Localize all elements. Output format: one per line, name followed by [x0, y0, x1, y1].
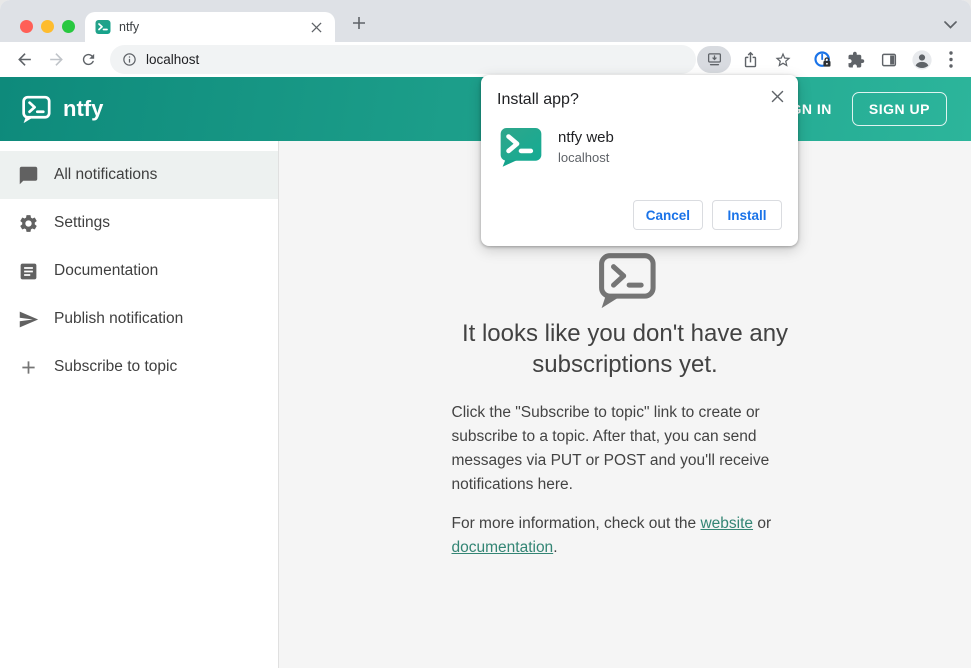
tab-search-chevron-icon[interactable]	[944, 16, 957, 34]
sign-up-button[interactable]: SIGN UP	[851, 92, 947, 126]
profile-avatar[interactable]	[908, 46, 936, 74]
tab-close-icon[interactable]	[307, 18, 325, 36]
address-bar[interactable]: localhost	[110, 45, 696, 74]
tab-title: ntfy	[119, 20, 140, 34]
sidebar-item-label: Documentation	[54, 262, 159, 279]
app-title: ntfy	[63, 96, 104, 121]
ntfy-favicon-icon	[95, 20, 111, 34]
gear-icon	[20, 214, 37, 232]
sidebar-item-label: Publish notification	[54, 310, 184, 327]
dialog-app-origin: localhost	[558, 150, 610, 165]
install-app-icon[interactable]	[697, 46, 731, 73]
chat-icon	[19, 166, 38, 184]
back-icon[interactable]	[10, 46, 38, 74]
ntfy-logo-icon	[22, 95, 51, 123]
empty-state-heading: It looks like you don't have any subscri…	[461, 320, 789, 378]
ntfy-empty-state-icon	[598, 253, 656, 309]
password-manager-extension-icon[interactable]	[809, 46, 837, 74]
browser-window: ntfy localhost ntfy SIGN IN SIGN UP All …	[0, 0, 971, 668]
url-text: localhost	[146, 52, 200, 67]
paragraph-text: .	[553, 539, 558, 556]
install-button[interactable]: Install	[712, 200, 782, 230]
website-link[interactable]: website	[700, 515, 753, 532]
browser-toolbar: localhost	[0, 42, 971, 77]
sidebar-item-settings[interactable]: Settings	[0, 199, 278, 247]
sidebar-item-label: All notifications	[54, 166, 158, 183]
sidebar-item-subscribe-to-topic[interactable]: Subscribe to topic	[0, 343, 278, 391]
browser-menu-icon[interactable]	[941, 46, 961, 74]
dialog-app-info: ntfy web localhost	[558, 127, 614, 165]
zoom-window-button[interactable]	[62, 20, 75, 33]
article-icon	[20, 263, 37, 279]
new-tab-button[interactable]	[346, 10, 372, 36]
tab-strip: ntfy	[0, 0, 971, 42]
send-icon	[19, 311, 39, 327]
sidebar-item-documentation[interactable]: Documentation	[0, 247, 278, 295]
paragraph-text: For more information, check out the	[451, 515, 701, 532]
dialog-app-name: ntfy web	[558, 129, 614, 146]
browser-tab[interactable]: ntfy	[85, 12, 335, 42]
dialog-app-row: ntfy web localhost	[500, 127, 782, 167]
toolbar-right	[697, 46, 961, 74]
forward-icon[interactable]	[42, 46, 70, 74]
cancel-button[interactable]: Cancel	[632, 200, 703, 230]
dialog-buttons: Cancel Install	[632, 200, 782, 230]
sidebar-item-label: Settings	[54, 214, 111, 231]
dialog-title: Install app?	[497, 91, 579, 108]
sidebar-item-all-notifications[interactable]: All notifications	[0, 151, 278, 199]
minimize-window-button[interactable]	[41, 20, 54, 33]
extensions-puzzle-icon[interactable]	[842, 46, 870, 74]
sidebar-item-label: Subscribe to topic	[54, 358, 178, 375]
side-panel-icon[interactable]	[875, 46, 903, 74]
traffic-lights	[20, 20, 75, 33]
close-window-button[interactable]	[20, 20, 33, 33]
plus-icon	[22, 360, 35, 374]
ntfy-brand: ntfy	[20, 95, 103, 124]
install-app-dialog: Install app? ntfy web localhost Cancel I…	[481, 75, 798, 246]
empty-state-links-paragraph: For more information, check out the webs…	[452, 512, 799, 560]
share-icon[interactable]	[736, 46, 764, 74]
documentation-link[interactable]: documentation	[452, 539, 554, 556]
ntfy-app-icon	[500, 127, 542, 167]
dialog-close-icon[interactable]	[767, 86, 787, 106]
sidebar-item-publish-notification[interactable]: Publish notification	[0, 295, 278, 343]
refresh-icon[interactable]	[74, 46, 102, 74]
sidebar: All notifications Settings Documentation…	[0, 141, 279, 668]
paragraph-text: or	[753, 515, 772, 532]
site-info-icon[interactable]	[122, 52, 137, 67]
bookmark-star-icon[interactable]	[769, 46, 797, 74]
empty-state-paragraph: Click the "Subscribe to topic" link to c…	[451, 404, 770, 493]
